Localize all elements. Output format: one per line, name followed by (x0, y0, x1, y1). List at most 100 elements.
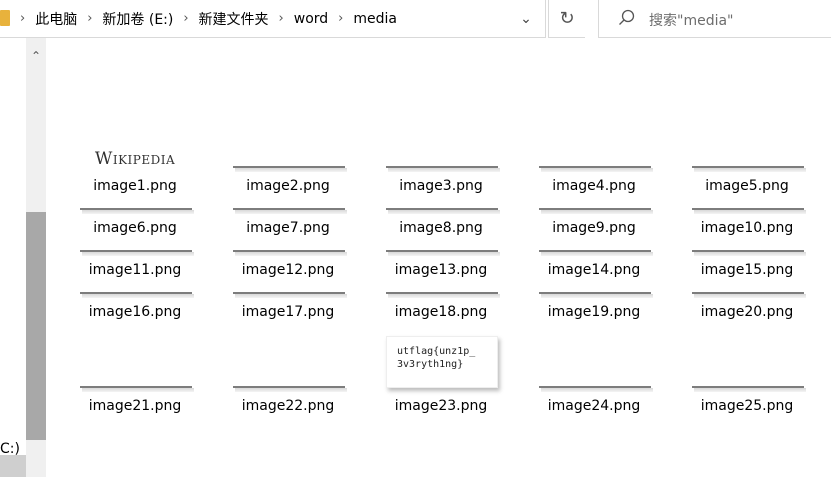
image-thumbnail (80, 250, 194, 256)
file-item[interactable]: image14.png (529, 242, 659, 282)
file-name-label: image13.png (394, 262, 488, 278)
file-item[interactable]: image3.png (376, 158, 506, 198)
image-thumbnail (692, 250, 806, 256)
file-name-label: image5.png (705, 178, 789, 194)
file-item[interactable]: image21.png (70, 378, 200, 418)
file-item[interactable]: image17.png (223, 284, 353, 324)
breadcrumb-item-new-folder[interactable]: 新建文件夹 (193, 9, 275, 29)
file-name-label: image21.png (88, 398, 182, 414)
chevron-right-icon[interactable]: › (275, 11, 288, 26)
file-name-label: image11.png (88, 262, 182, 278)
file-name-label: image4.png (552, 178, 636, 194)
search-input[interactable]: 搜索"media" (649, 10, 734, 30)
scroll-up-icon[interactable]: ⌃ (26, 46, 46, 66)
image-thumbnail (386, 208, 500, 214)
image-thumbnail (233, 386, 347, 392)
search-icon (619, 9, 635, 25)
image-thumbnail (386, 250, 500, 256)
file-item[interactable]: image11.png (70, 242, 200, 282)
chevron-down-icon[interactable]: ⌄ (514, 8, 538, 30)
file-item[interactable]: image15.png (682, 242, 812, 282)
file-item[interactable]: image18.png (376, 284, 506, 324)
file-item[interactable]: image22.png (223, 378, 353, 418)
file-name-label: image25.png (700, 398, 794, 414)
file-name-label: image19.png (547, 304, 641, 320)
chevron-right-icon[interactable]: › (83, 11, 96, 26)
image-thumbnail (80, 386, 194, 392)
file-item[interactable]: image6.png (70, 200, 200, 240)
file-item[interactable]: image9.png (529, 200, 659, 240)
file-item[interactable]: image16.png (70, 284, 200, 324)
image-thumbnail (80, 292, 194, 298)
file-name-label: image17.png (241, 304, 335, 320)
file-item[interactable]: image8.png (376, 200, 506, 240)
scrollbar[interactable]: ⌃ (26, 38, 46, 477)
file-name-label: image12.png (241, 262, 335, 278)
thumbnail-text: utflag{unz1p_ 3v3ryth1ng} (397, 346, 476, 370)
file-name-label: image1.png (93, 178, 177, 194)
file-name-label: image15.png (700, 262, 794, 278)
scrollbar-thumb[interactable] (26, 212, 46, 440)
refresh-icon: ↻ (559, 8, 575, 29)
navigation-pane: C:) (0, 38, 26, 477)
file-item[interactable]: image19.png (529, 284, 659, 324)
chevron-right-icon[interactable]: › (179, 11, 192, 26)
breadcrumb-item-drive-e[interactable]: 新加卷 (E:) (96, 9, 179, 29)
file-item[interactable]: Wikipedia image1.png (70, 149, 200, 198)
file-name-label: image3.png (399, 178, 483, 194)
file-name-label: image24.png (547, 398, 641, 414)
file-name-label: image22.png (241, 398, 335, 414)
image-thumbnail (692, 386, 806, 392)
file-name-label: image23.png (394, 398, 488, 414)
file-item[interactable]: image2.png (223, 158, 353, 198)
file-name-label: image8.png (399, 220, 483, 236)
image-thumbnail (692, 166, 806, 172)
file-name-label: image16.png (88, 304, 182, 320)
nav-selection-strip (0, 455, 26, 477)
chevron-right-icon[interactable]: › (16, 11, 29, 26)
breadcrumb-item-this-pc[interactable]: 此电脑 (29, 9, 83, 29)
file-item[interactable]: image10.png (682, 200, 812, 240)
file-item[interactable]: image12.png (223, 242, 353, 282)
folder-icon (0, 10, 10, 26)
breadcrumb-item-media[interactable]: media (347, 11, 403, 27)
file-item[interactable]: image4.png (529, 158, 659, 198)
image-thumbnail (80, 208, 194, 214)
image-thumbnail (386, 292, 500, 298)
refresh-button[interactable]: ↻ (548, 0, 585, 38)
file-item[interactable]: utflag{unz1p_ 3v3ryth1ng} image23.png (376, 336, 506, 418)
breadcrumb: › 此电脑 › 新加卷 (E:) › 新建文件夹 › word › media (16, 0, 403, 37)
file-name-label: image10.png (700, 220, 794, 236)
image-thumbnail (539, 208, 653, 214)
address-bar[interactable]: › 此电脑 › 新加卷 (E:) › 新建文件夹 › word › media … (0, 0, 546, 38)
file-item[interactable]: image24.png (529, 378, 659, 418)
file-name-label: image20.png (700, 304, 794, 320)
image-thumbnail (539, 292, 653, 298)
wikipedia-logo-thumbnail: Wikipedia (94, 149, 176, 169)
breadcrumb-item-word[interactable]: word (288, 11, 334, 27)
file-item[interactable]: image13.png (376, 242, 506, 282)
file-name-label: image9.png (552, 220, 636, 236)
file-item[interactable]: image20.png (682, 284, 812, 324)
file-item[interactable]: image5.png (682, 158, 812, 198)
image-thumbnail: utflag{unz1p_ 3v3ryth1ng} (386, 336, 498, 388)
file-item[interactable]: image7.png (223, 200, 353, 240)
file-name-label: image18.png (394, 304, 488, 320)
image-thumbnail (539, 250, 653, 256)
image-thumbnail (233, 250, 347, 256)
file-name-label: image2.png (246, 178, 330, 194)
search-box[interactable]: 搜索"media" (598, 0, 831, 38)
file-item[interactable]: image25.png (682, 378, 812, 418)
image-thumbnail (539, 386, 653, 392)
image-thumbnail (233, 208, 347, 214)
image-thumbnail (539, 166, 653, 172)
image-thumbnail (233, 166, 347, 172)
chevron-right-icon[interactable]: › (334, 11, 347, 26)
image-thumbnail (386, 166, 500, 172)
image-thumbnail (233, 292, 347, 298)
file-name-label: image6.png (93, 220, 177, 236)
image-thumbnail (692, 208, 806, 214)
image-thumbnail (692, 292, 806, 298)
file-name-label: image7.png (246, 220, 330, 236)
file-name-label: image14.png (547, 262, 641, 278)
